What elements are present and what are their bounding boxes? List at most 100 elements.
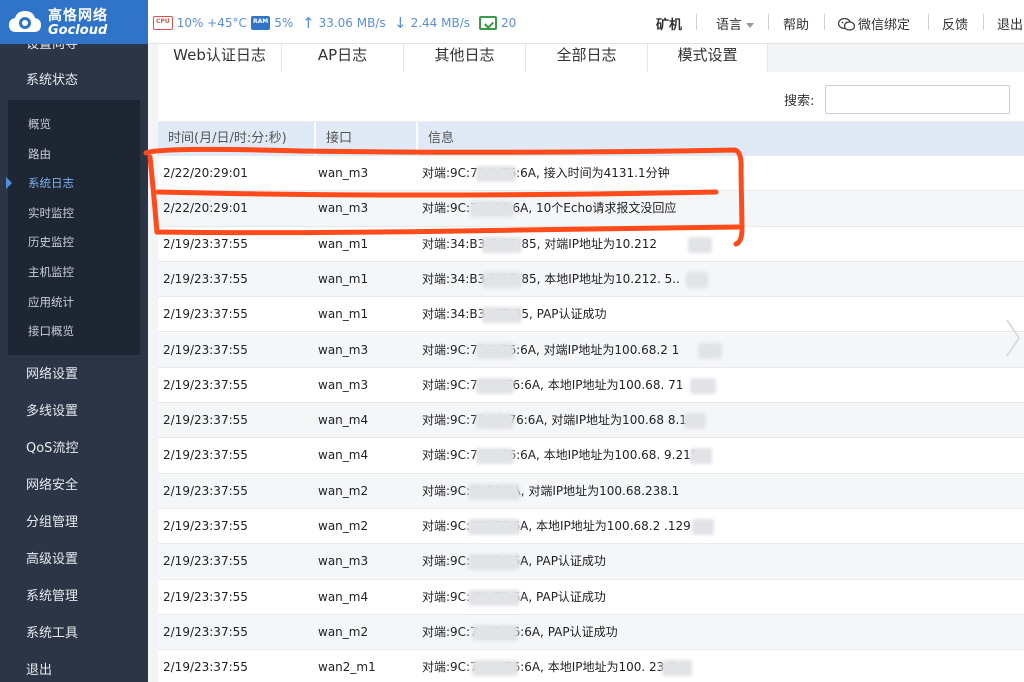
table-row[interactable]: 2/19/23:37:55 wan_m2 对端:9C: 2:76:6A, 对端I… <box>158 473 1024 509</box>
redaction-blur <box>662 660 692 677</box>
redaction-blur <box>472 660 518 677</box>
sidebar-item-qos[interactable]: QoS流控 <box>0 430 148 467</box>
table-row[interactable]: 2/19/23:37:55 wan_m1 对端:34:B3 E:CB:85, 对… <box>158 227 1024 262</box>
sidebar: 设置向导 系统状态 概览 路由 系统日志 实时监控 历史监控 主机监控 应用统计… <box>0 44 148 682</box>
logout-link[interactable]: 退出 <box>997 14 1023 33</box>
submenu-item-routes[interactable]: 路由 <box>28 145 51 163</box>
cell-info: 对端:9C:71: 2:76:6A, 本地IP地址为100.68. 71 <box>422 377 684 392</box>
top-bar: 高恪网络 Gocloud CPU 10% +45°C RAM 5% ↑ 33.0… <box>0 0 1024 44</box>
redaction-blur <box>692 519 714 535</box>
cloud-logo-icon <box>9 11 41 32</box>
cell-info: 对端:9C: 2:76:6A, 对端IP地址为100.68.238.1 <box>422 483 680 498</box>
sidebar-item-advanced-settings[interactable]: 高级设置 <box>0 541 148 578</box>
search-input[interactable] <box>825 85 1010 114</box>
cell-time: 2/19/23:37:55 <box>163 307 248 322</box>
upload-value: 33.06 MB/s <box>318 16 386 30</box>
sidebar-item-network-security[interactable]: 网络安全 <box>0 467 148 504</box>
submenu-item-app-stats[interactable]: 应用统计 <box>28 293 74 311</box>
help-link[interactable]: 帮助 <box>783 14 809 33</box>
tab-other-log[interactable]: 其他日志 <box>404 44 526 72</box>
table-row[interactable]: 2/19/23:37:55 wan_m2 对端:9C:7 :20:76:6A, … <box>158 614 1024 651</box>
cell-info: 对端:9C:71 20:76:6A, 对端IP地址为100.68 8.1 <box>422 413 687 428</box>
wechat-bind-link[interactable]: 微信绑定 <box>837 14 910 33</box>
cell-info: 对端:34:B3 E:CB:85, 本地IP地址为10.212. 5.. <box>422 271 680 286</box>
table-row[interactable]: 2/19/23:37:55 wan2_m1 对端:9C:7 :20:76:6A,… <box>158 650 1024 682</box>
table-row[interactable]: 2/19/23:37:55 wan_m1 对端:34:B3 :CB:85, PA… <box>158 297 1024 333</box>
sidebar-item-logout[interactable]: 退出 <box>0 652 148 682</box>
cell-interface: wan_m3 <box>318 201 369 216</box>
tab-ap-log[interactable]: AP日志 <box>282 44 404 72</box>
cell-time: 2/19/23:37:55 <box>163 483 248 498</box>
redaction-blur <box>468 589 520 606</box>
upload-stat: ↑ 33.06 MB/s <box>302 14 386 32</box>
cell-interface: wan_m3 <box>318 554 369 569</box>
table-row[interactable]: 2/19/23:37:55 wan_m4 对端:9C: 20:76:6A, PA… <box>158 580 1024 615</box>
table-row[interactable]: 2/19/23:37:55 wan_m3 对端:9C:71 2:76:6A, 对… <box>158 332 1024 368</box>
chevron-right-icon[interactable] <box>1004 318 1022 358</box>
submenu-item-realtime-monitor[interactable]: 实时监控 <box>28 204 74 222</box>
redaction-blur <box>684 413 706 430</box>
cell-interface: wan_m1 <box>318 271 369 286</box>
cell-info: 对端:9C:71 0:76:6A, 接入时间为4131.1分钟 <box>422 166 670 180</box>
table-row[interactable]: 2/19/23:37:55 wan_m3 对端:9C: 20:76:6A, PA… <box>158 544 1024 580</box>
sidebar-item-setup-wizard[interactable]: 设置向导 <box>0 44 148 63</box>
submenu-item-host-monitor[interactable]: 主机监控 <box>28 263 74 281</box>
redaction-blur <box>476 166 516 182</box>
redaction-blur <box>476 342 514 359</box>
column-header-time[interactable]: 时间(月/日/时:分:秒) <box>158 122 287 156</box>
tab-mode-settings[interactable]: 模式设置 <box>648 44 768 72</box>
terminals-stat[interactable]: 20 <box>479 14 516 32</box>
cell-interface: wan_m3 <box>318 166 369 180</box>
language-label: 语言 <box>716 18 743 33</box>
log-tabs: Web认证日志 AP日志 其他日志 全部日志 模式设置 <box>158 44 1024 72</box>
sidebar-item-multiline-settings[interactable]: 多线设置 <box>0 393 148 430</box>
brand-logo[interactable]: 高恪网络 Gocloud <box>0 0 148 44</box>
sidebar-item-group-management[interactable]: 分组管理 <box>0 504 148 541</box>
submenu-item-system-log[interactable]: 系统日志 <box>28 174 74 192</box>
table-row[interactable]: 2/19/23:37:55 wan_m1 对端:34:B3 E:CB:85, 本… <box>158 261 1024 298</box>
redaction-blur <box>698 342 722 359</box>
search-label: 搜索: <box>784 94 815 109</box>
submenu-item-interface-overview[interactable]: 接口概览 <box>28 322 74 340</box>
cell-info: 对端:34:B3 E:CB:85, 对端IP地址为10.212 <box>422 236 657 251</box>
sidebar-item-system-management[interactable]: 系统管理 <box>0 578 148 615</box>
miner-link[interactable]: 矿机 <box>656 14 682 33</box>
sidebar-item-network-settings[interactable]: 网络设置 <box>0 356 148 393</box>
table-row[interactable]: 2/19/23:37:55 wan_m4 对端:9C:71 2:76:6A, 本… <box>158 438 1024 474</box>
cell-interface: wan_m4 <box>318 589 369 604</box>
tab-all-log[interactable]: 全部日志 <box>526 44 648 72</box>
sidebar-item-system-status[interactable]: 系统状态 <box>0 62 148 99</box>
cell-info: 对端:9C:7 :20:76:6A, 本地IP地址为100. 23 7 <box>422 660 676 675</box>
table-row[interactable]: 2/22/20:29:01 wan_m3 对端:9C:71 0:76:6A, 接… <box>158 156 1024 192</box>
sidebar-item-system-tools[interactable]: 系统工具 <box>0 615 148 652</box>
redaction-blur <box>482 307 522 324</box>
app-window: 高恪网络 Gocloud CPU 10% +45°C RAM 5% ↑ 33.0… <box>0 0 1024 682</box>
table-row[interactable]: 2/22/20:29:01 wan_m3 对端:9C:7 0:76:6A, 10… <box>158 191 1024 227</box>
cell-info: 对端:9C:7 0:76:6A, 10个Echo请求报文没回应 <box>422 201 677 216</box>
brand-name-en: Gocloud <box>48 23 108 38</box>
tab-web-auth-log[interactable]: Web认证日志 <box>158 44 282 72</box>
submenu-item-overview[interactable]: 概览 <box>28 115 51 133</box>
menu-divider <box>824 14 825 30</box>
redaction-blur <box>476 377 514 394</box>
download-value: 2.44 MB/s <box>410 16 470 30</box>
table-row[interactable]: 2/19/23:37:55 wan_m2 对端:9C: 20:76:6A, 本地… <box>158 509 1024 545</box>
redaction-blur <box>688 236 712 253</box>
redaction-blur <box>482 271 522 288</box>
column-header-interface[interactable]: 接口 <box>316 122 352 156</box>
menu-divider <box>928 14 929 30</box>
redaction-blur <box>468 519 520 535</box>
cell-interface: wan_m1 <box>318 236 369 251</box>
toolbar: 搜索: <box>158 72 1024 122</box>
redaction-blur <box>468 554 520 571</box>
table-header: 时间(月/日/时:分:秒) 接口 信息 <box>158 122 1024 156</box>
cell-time: 2/19/23:37:55 <box>163 342 248 357</box>
language-dropdown[interactable]: 语言 <box>716 14 755 33</box>
table-row[interactable]: 2/19/23:37:55 wan_m3 对端:9C:71: 2:76:6A, … <box>158 368 1024 404</box>
column-header-info[interactable]: 信息 <box>418 122 454 156</box>
feedback-link[interactable]: 反馈 <box>942 14 968 33</box>
table-row[interactable]: 2/19/23:37:55 wan_m4 对端:9C:71 20:76:6A, … <box>158 403 1024 439</box>
cell-time: 2/19/23:37:55 <box>163 448 248 463</box>
submenu-item-history-monitor[interactable]: 历史监控 <box>28 233 74 251</box>
redaction-blur <box>482 236 522 253</box>
